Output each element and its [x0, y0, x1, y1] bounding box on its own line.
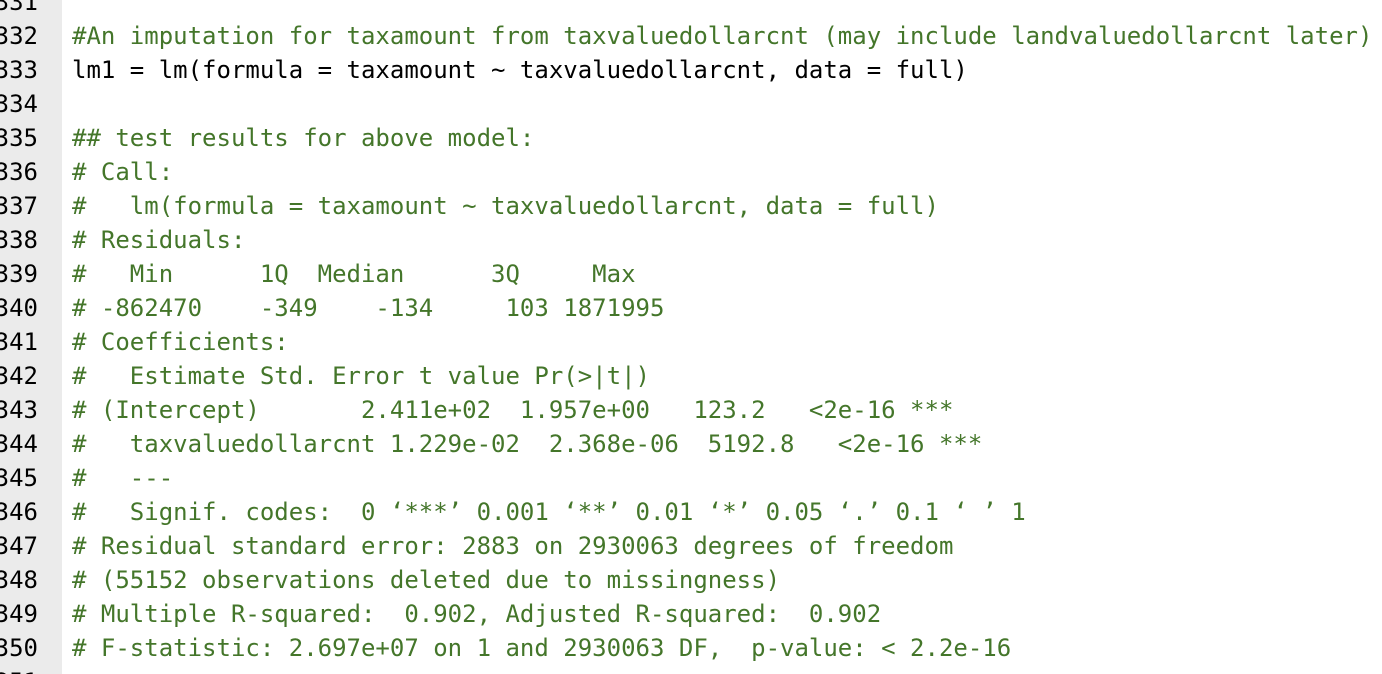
line-text: #An imputation for taxamount from taxval… [72, 22, 1373, 50]
line-number: 340 [0, 294, 38, 322]
line-number: 344 [0, 430, 38, 458]
code-line[interactable]: 340 # -862470 -349 -134 103 1871995 [0, 291, 1382, 325]
code-line[interactable]: 335 ## test results for above model: [0, 121, 1382, 155]
code-line[interactable]: 332 #An imputation for taxamount from tax… [0, 19, 1382, 53]
line-text: # F-statistic: 2.697e+07 on 1 and 293006… [72, 634, 1012, 662]
line-number: 343 [0, 396, 38, 424]
code-editor[interactable]: 331 332 #An imputation for taxamount from… [0, 0, 1382, 674]
code-lines: 331 332 #An imputation for taxamount from… [0, 0, 1382, 674]
code-line[interactable]: 343 # (Intercept) 2.411e+02 1.957e+00 123… [0, 393, 1382, 427]
code-line[interactable]: 338 # Residuals: [0, 223, 1382, 257]
line-number: 341 [0, 328, 38, 356]
code-line[interactable]: 351 [0, 665, 1382, 674]
code-line[interactable]: 336 # Call: [0, 155, 1382, 189]
line-text: # (55152 observations deleted due to mis… [72, 566, 781, 594]
code-line[interactable]: 333 lm1 = lm(formula = taxamount ~ taxval… [0, 53, 1382, 87]
code-line[interactable]: 345 # --- [0, 461, 1382, 495]
line-number: 339 [0, 260, 38, 288]
line-text: # -862470 -349 -134 103 1871995 [72, 294, 665, 322]
line-number: 336 [0, 158, 38, 186]
line-text: lm1 = lm(formula = taxamount ~ taxvalued… [72, 56, 968, 84]
line-number: 348 [0, 566, 38, 594]
line-text: # (Intercept) 2.411e+02 1.957e+00 123.2 … [72, 396, 954, 424]
line-text: # Estimate Std. Error t value Pr(>|t|) [72, 362, 650, 390]
line-number: 347 [0, 532, 38, 560]
code-line[interactable]: 347 # Residual standard error: 2883 on 29… [0, 529, 1382, 563]
code-line[interactable]: 349 # Multiple R-squared: 0.902, Adjusted… [0, 597, 1382, 631]
line-number: 334 [0, 90, 38, 118]
line-number: 332 [0, 22, 38, 50]
line-number: 335 [0, 124, 38, 152]
line-number: 345 [0, 464, 38, 492]
code-line[interactable]: 348 # (55152 observations deleted due to … [0, 563, 1382, 597]
line-number: 337 [0, 192, 38, 220]
line-text: # Min 1Q Median 3Q Max [72, 260, 636, 288]
code-line[interactable]: 346 # Signif. codes: 0 ‘***’ 0.001 ‘**’ 0… [0, 495, 1382, 529]
code-line[interactable]: 334 [0, 87, 1382, 121]
line-text: # Signif. codes: 0 ‘***’ 0.001 ‘**’ 0.01… [72, 498, 1026, 526]
code-line[interactable]: 344 # taxvaluedollarcnt 1.229e-02 2.368e-… [0, 427, 1382, 461]
code-line[interactable]: 342 # Estimate Std. Error t value Pr(>|t|… [0, 359, 1382, 393]
line-number: 338 [0, 226, 38, 254]
line-text: # Residual standard error: 2883 on 29300… [72, 532, 954, 560]
line-text: # Multiple R-squared: 0.902, Adjusted R-… [72, 600, 882, 628]
line-number: 333 [0, 56, 38, 84]
line-number: 351 [0, 665, 38, 674]
line-text: ## test results for above model: [72, 124, 535, 152]
line-text: # lm(formula = taxamount ~ taxvaluedolla… [72, 192, 939, 220]
line-number: 349 [0, 600, 38, 628]
line-text: # taxvaluedollarcnt 1.229e-02 2.368e-06 … [72, 430, 983, 458]
line-number: 350 [0, 634, 38, 662]
line-text: # Coefficients: [72, 328, 289, 356]
line-number: 346 [0, 498, 38, 526]
line-text: # Call: [72, 158, 174, 186]
code-line[interactable]: 341 # Coefficients: [0, 325, 1382, 359]
code-line[interactable]: 339 # Min 1Q Median 3Q Max [0, 257, 1382, 291]
code-line[interactable]: 337 # lm(formula = taxamount ~ taxvaluedo… [0, 189, 1382, 223]
line-text: # --- [72, 464, 174, 492]
line-number: 342 [0, 362, 38, 390]
line-text: # Residuals: [72, 226, 246, 254]
code-line[interactable]: 331 [0, 0, 1382, 19]
code-line[interactable]: 350 # F-statistic: 2.697e+07 on 1 and 293… [0, 631, 1382, 665]
line-number: 331 [0, 0, 38, 16]
